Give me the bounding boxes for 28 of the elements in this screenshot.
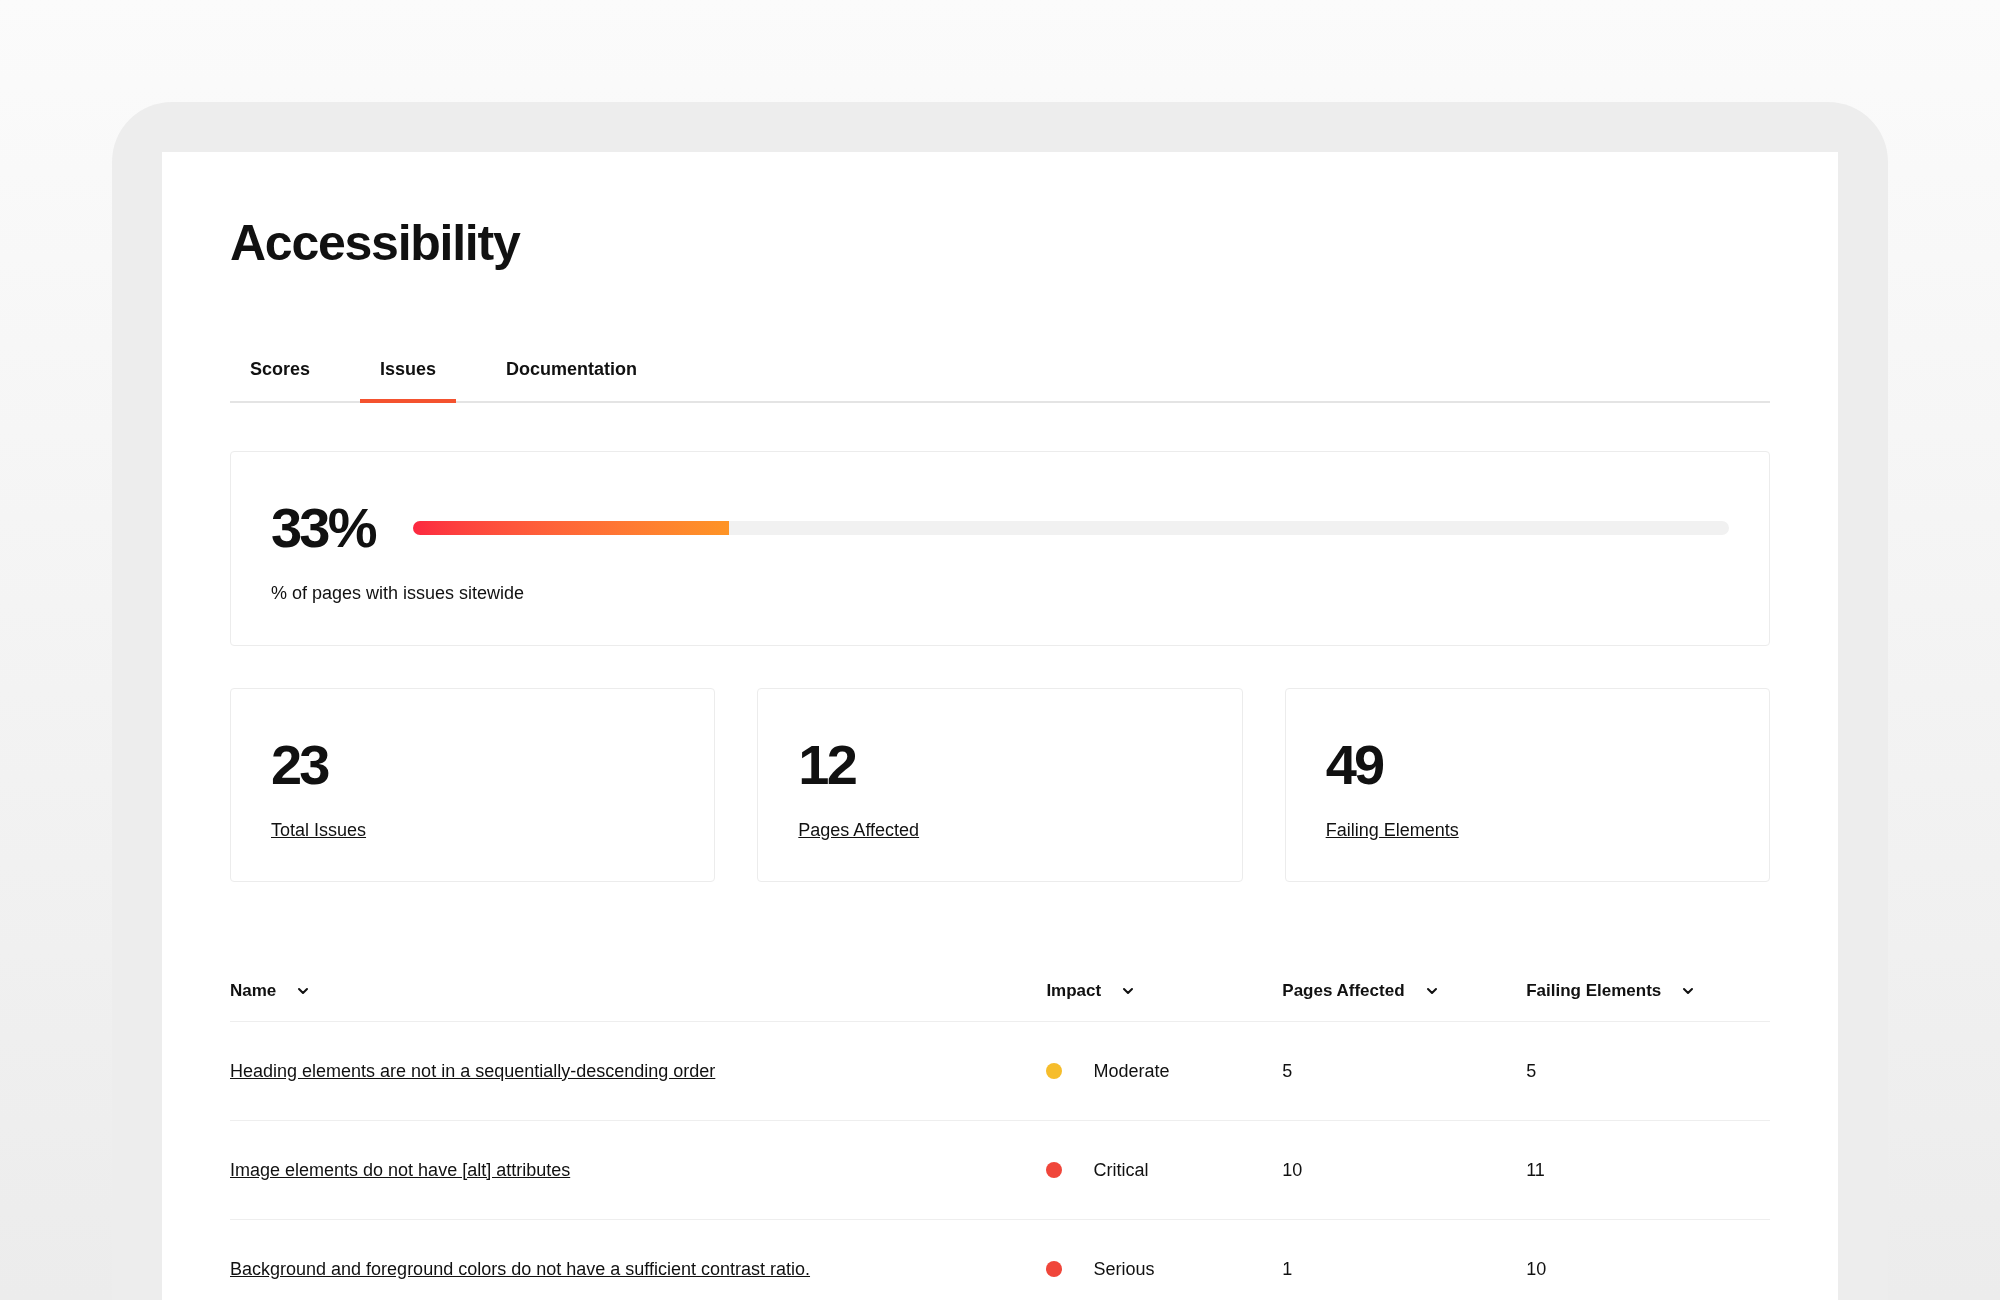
impact-label: Serious bbox=[1093, 1257, 1155, 1281]
elements-count: 11 bbox=[1526, 1159, 1545, 1180]
page-title: Accessibility bbox=[230, 218, 522, 268]
stat-value: 23 bbox=[271, 737, 330, 793]
pages-count: 10 bbox=[1282, 1159, 1303, 1180]
column-header[interactable]: Name bbox=[230, 977, 1047, 1004]
stat-link[interactable]: Total Issues bbox=[271, 817, 367, 844]
impact-label: Moderate bbox=[1093, 1059, 1170, 1083]
stat-link[interactable]: Failing Elements bbox=[1325, 817, 1459, 844]
elements-count: 10 bbox=[1526, 1258, 1547, 1279]
issue-link[interactable]: Image elements do not have [alt] attributes bbox=[230, 1159, 571, 1180]
column-header[interactable]: Impact bbox=[1046, 977, 1283, 1004]
tab[interactable]: Issues bbox=[360, 356, 457, 403]
column-header[interactable]: Pages Affected bbox=[1282, 977, 1527, 1004]
pages-count: 5 bbox=[1282, 1060, 1293, 1081]
issue-link[interactable]: Heading elements are not in a sequentially-descending order bbox=[230, 1060, 716, 1081]
stat-value: 12 bbox=[798, 737, 857, 793]
pages-count: 1 bbox=[1282, 1258, 1293, 1279]
summary-caption: % of pages with issues sitewide bbox=[271, 582, 526, 605]
tab[interactable]: Documentation bbox=[486, 356, 658, 403]
stat-link[interactable]: Pages Affected bbox=[798, 817, 920, 844]
elements-count: 5 bbox=[1526, 1060, 1537, 1081]
column-header[interactable]: Failing Elements bbox=[1526, 977, 1770, 1004]
percentage-value: 33% bbox=[271, 500, 377, 556]
issue-link[interactable]: Background and foreground colors do not have a sufficient contrast ratio. bbox=[230, 1258, 811, 1279]
impact-label: Critical bbox=[1093, 1158, 1149, 1182]
tab[interactable]: Scores bbox=[230, 356, 331, 403]
stat-value: 49 bbox=[1325, 737, 1384, 793]
